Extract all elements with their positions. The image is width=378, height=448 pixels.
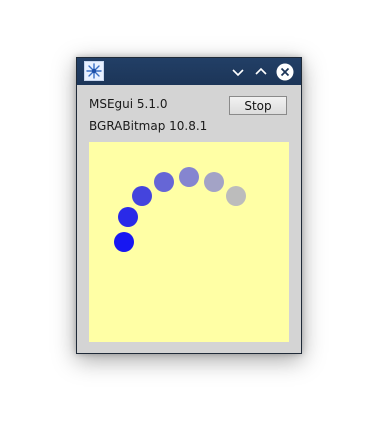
chevron-down-icon <box>232 69 244 77</box>
minimize-button[interactable] <box>228 62 248 82</box>
animation-dot <box>132 186 152 206</box>
animation-dot <box>118 207 138 227</box>
close-icon <box>276 63 294 81</box>
msegui-version-label: MSEgui 5.1.0 <box>89 97 168 111</box>
animation-canvas <box>89 142 289 342</box>
animation-dot <box>154 172 174 192</box>
animation-dot <box>179 167 199 187</box>
animation-svg <box>114 167 246 252</box>
animation-dot <box>114 232 134 252</box>
client-area: MSEgui 5.1.0 BGRABitmap 10.8.1 Stop <box>77 85 301 353</box>
animation-dot <box>204 172 224 192</box>
maximize-button[interactable] <box>251 62 271 82</box>
animation-dot <box>226 186 246 206</box>
close-button[interactable] <box>275 62 295 82</box>
title-bar[interactable] <box>77 58 301 85</box>
app-window: MSEgui 5.1.0 BGRABitmap 10.8.1 Stop <box>76 57 302 354</box>
chevron-up-icon <box>255 67 267 75</box>
bgrabitmap-version-label: BGRABitmap 10.8.1 <box>89 119 208 133</box>
stop-button[interactable]: Stop <box>229 96 287 115</box>
app-icon[interactable] <box>84 61 104 81</box>
